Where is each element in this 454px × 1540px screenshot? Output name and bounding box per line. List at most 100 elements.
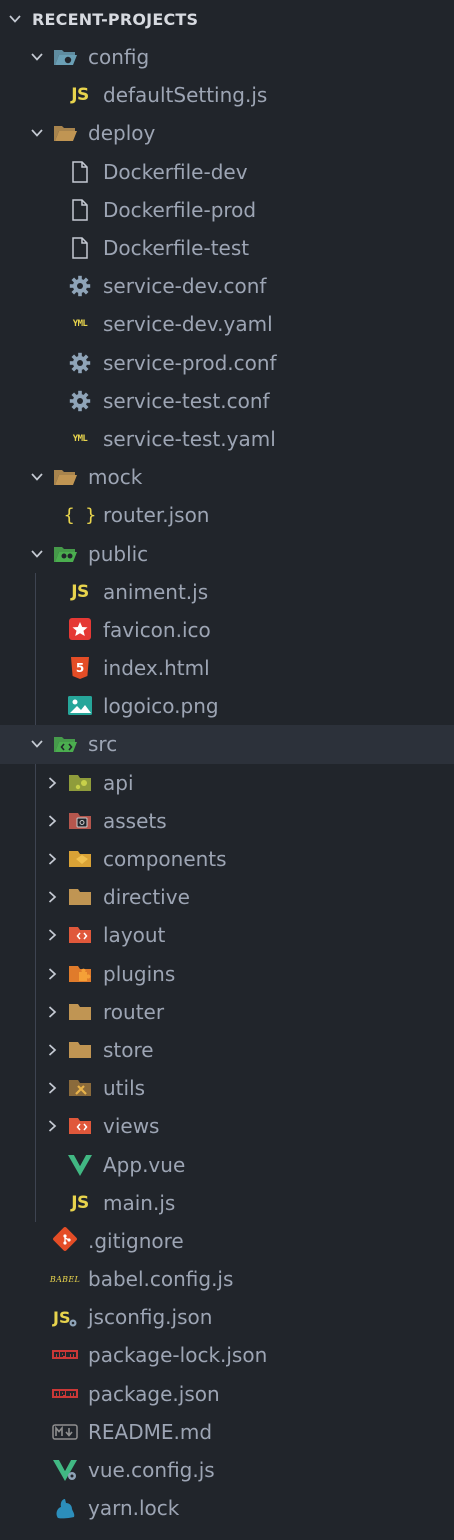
file-icon <box>67 236 93 260</box>
tree-item[interactable]: Dockerfile-dev <box>0 153 454 191</box>
file-icon <box>67 198 93 222</box>
explorer-header[interactable]: RECENT-PROJECTS <box>0 0 454 38</box>
tree-item-label: public <box>88 541 149 566</box>
tree-item[interactable]: Dockerfile-test <box>0 229 454 267</box>
tree-item[interactable]: service-test.conf <box>0 382 454 420</box>
tree-item[interactable]: BABEL babel.config.js <box>0 1260 454 1298</box>
tree-item[interactable]: logoico.png <box>0 687 454 725</box>
tree-item[interactable]: package.json <box>0 1375 454 1413</box>
tree-item[interactable]: { } router.json <box>0 496 454 534</box>
tree-item-label: .gitignore <box>88 1228 184 1253</box>
tree-item[interactable]: vue.config.js <box>0 1451 454 1489</box>
tree-item-label: README.md <box>88 1419 213 1444</box>
chevron-down-icon <box>30 470 44 484</box>
file-tree: config JS defaultSetting.js deploy Dockerfil… <box>0 38 454 1527</box>
tree-item[interactable]: plugins <box>0 955 454 993</box>
svg-text:5: 5 <box>76 661 84 675</box>
tree-item[interactable]: views <box>0 1107 454 1145</box>
html5-icon: 5 <box>67 656 93 680</box>
tree-item[interactable]: layout <box>0 916 454 954</box>
tree-item[interactable]: service-dev.conf <box>0 267 454 305</box>
tree-item[interactable]: Dockerfile-prod <box>0 191 454 229</box>
svg-text:JS: JS <box>52 1308 70 1327</box>
vue-icon <box>67 1153 93 1177</box>
src-folder-icon <box>52 732 78 756</box>
twistie-spacer <box>30 1463 44 1477</box>
tree-item[interactable]: README.md <box>0 1413 454 1451</box>
twistie-spacer <box>30 1234 44 1248</box>
tree-item[interactable]: service-prod.conf <box>0 344 454 382</box>
tree-item[interactable]: utils <box>0 1069 454 1107</box>
tree-item-label: api <box>103 770 134 795</box>
tree-item[interactable]: JS animent.js <box>0 573 454 611</box>
tree-item-label: store <box>103 1037 154 1062</box>
tree-item-label: App.vue <box>103 1152 186 1177</box>
yaml-icon: YML <box>72 319 88 330</box>
twistie-spacer <box>45 508 59 522</box>
folder-icon <box>67 885 93 909</box>
tree-item-label: components <box>103 847 227 872</box>
tree-item[interactable]: yarn.lock <box>0 1489 454 1527</box>
tree-item[interactable]: App.vue <box>0 1145 454 1183</box>
views-folder-icon <box>67 1114 93 1138</box>
markdown-icon <box>52 1420 78 1444</box>
tree-item-label: plugins <box>103 961 176 986</box>
components-folder-icon <box>67 847 93 871</box>
vue-config-icon <box>52 1458 78 1482</box>
tree-item[interactable]: assets <box>0 802 454 840</box>
tree-item[interactable]: 5 index.html <box>0 649 454 687</box>
twistie-spacer <box>45 241 59 255</box>
jsconfig-icon: JS <box>52 1305 78 1329</box>
tree-item-label: logoico.png <box>103 694 219 719</box>
tree-item-label: layout <box>103 923 166 948</box>
tree-item-label: animent.js <box>103 579 209 604</box>
tree-item-label: utils <box>103 1076 146 1101</box>
tree-item[interactable]: JS jsconfig.json <box>0 1298 454 1336</box>
js-icon: JS <box>71 85 89 106</box>
tree-item[interactable]: .gitignore <box>0 1222 454 1260</box>
git-icon <box>52 1227 78 1253</box>
favicon-icon <box>67 617 93 642</box>
chevron-right-icon <box>45 1081 59 1095</box>
tree-item-label: Dockerfile-test <box>103 236 250 261</box>
chevron-down-icon <box>9 15 21 23</box>
twistie-spacer <box>45 623 59 637</box>
tree-item[interactable]: YML service-dev.yaml <box>0 305 454 343</box>
tree-item[interactable]: deploy <box>0 114 454 152</box>
chevron-right-icon <box>45 776 59 790</box>
tree-item[interactable]: directive <box>0 878 454 916</box>
tree-item-label: views <box>103 1114 160 1139</box>
tree-item[interactable]: components <box>0 840 454 878</box>
twistie-spacer <box>30 1348 44 1362</box>
twistie-spacer <box>45 699 59 713</box>
tree-item[interactable]: favicon.ico <box>0 611 454 649</box>
twistie-spacer <box>30 1310 44 1324</box>
tree-item[interactable]: package-lock.json <box>0 1336 454 1374</box>
tree-item[interactable]: api <box>0 764 454 802</box>
tree-item-label: vue.config.js <box>88 1458 215 1483</box>
tree-item-label: service-dev.yaml <box>103 312 273 337</box>
tree-item-label: favicon.ico <box>103 617 211 642</box>
twistie-spacer <box>45 1196 59 1210</box>
tree-item[interactable]: store <box>0 1031 454 1069</box>
tree-item-label: router.json <box>103 503 210 528</box>
tree-item-label: config <box>88 45 150 70</box>
tree-item[interactable]: mock <box>0 458 454 496</box>
tree-item[interactable]: public <box>0 534 454 572</box>
tree-item[interactable]: src <box>0 725 454 764</box>
twistie-spacer <box>45 317 59 331</box>
tree-item-label: deploy <box>88 121 156 146</box>
tree-item-label: yarn.lock <box>88 1496 180 1521</box>
twistie-spacer <box>30 1387 44 1401</box>
explorer-title: RECENT-PROJECTS <box>32 9 199 29</box>
tree-item[interactable]: YML service-test.yaml <box>0 420 454 458</box>
tree-item[interactable]: JS defaultSetting.js <box>0 76 454 114</box>
yaml-icon: YML <box>72 433 88 444</box>
twistie-spacer <box>30 1272 44 1286</box>
tree-item[interactable]: config <box>0 38 454 76</box>
twistie-spacer <box>45 661 59 675</box>
tree-item[interactable]: router <box>0 993 454 1031</box>
tree-item[interactable]: JS main.js <box>0 1184 454 1222</box>
npm-icon <box>52 1382 78 1406</box>
twistie-spacer <box>45 203 59 217</box>
